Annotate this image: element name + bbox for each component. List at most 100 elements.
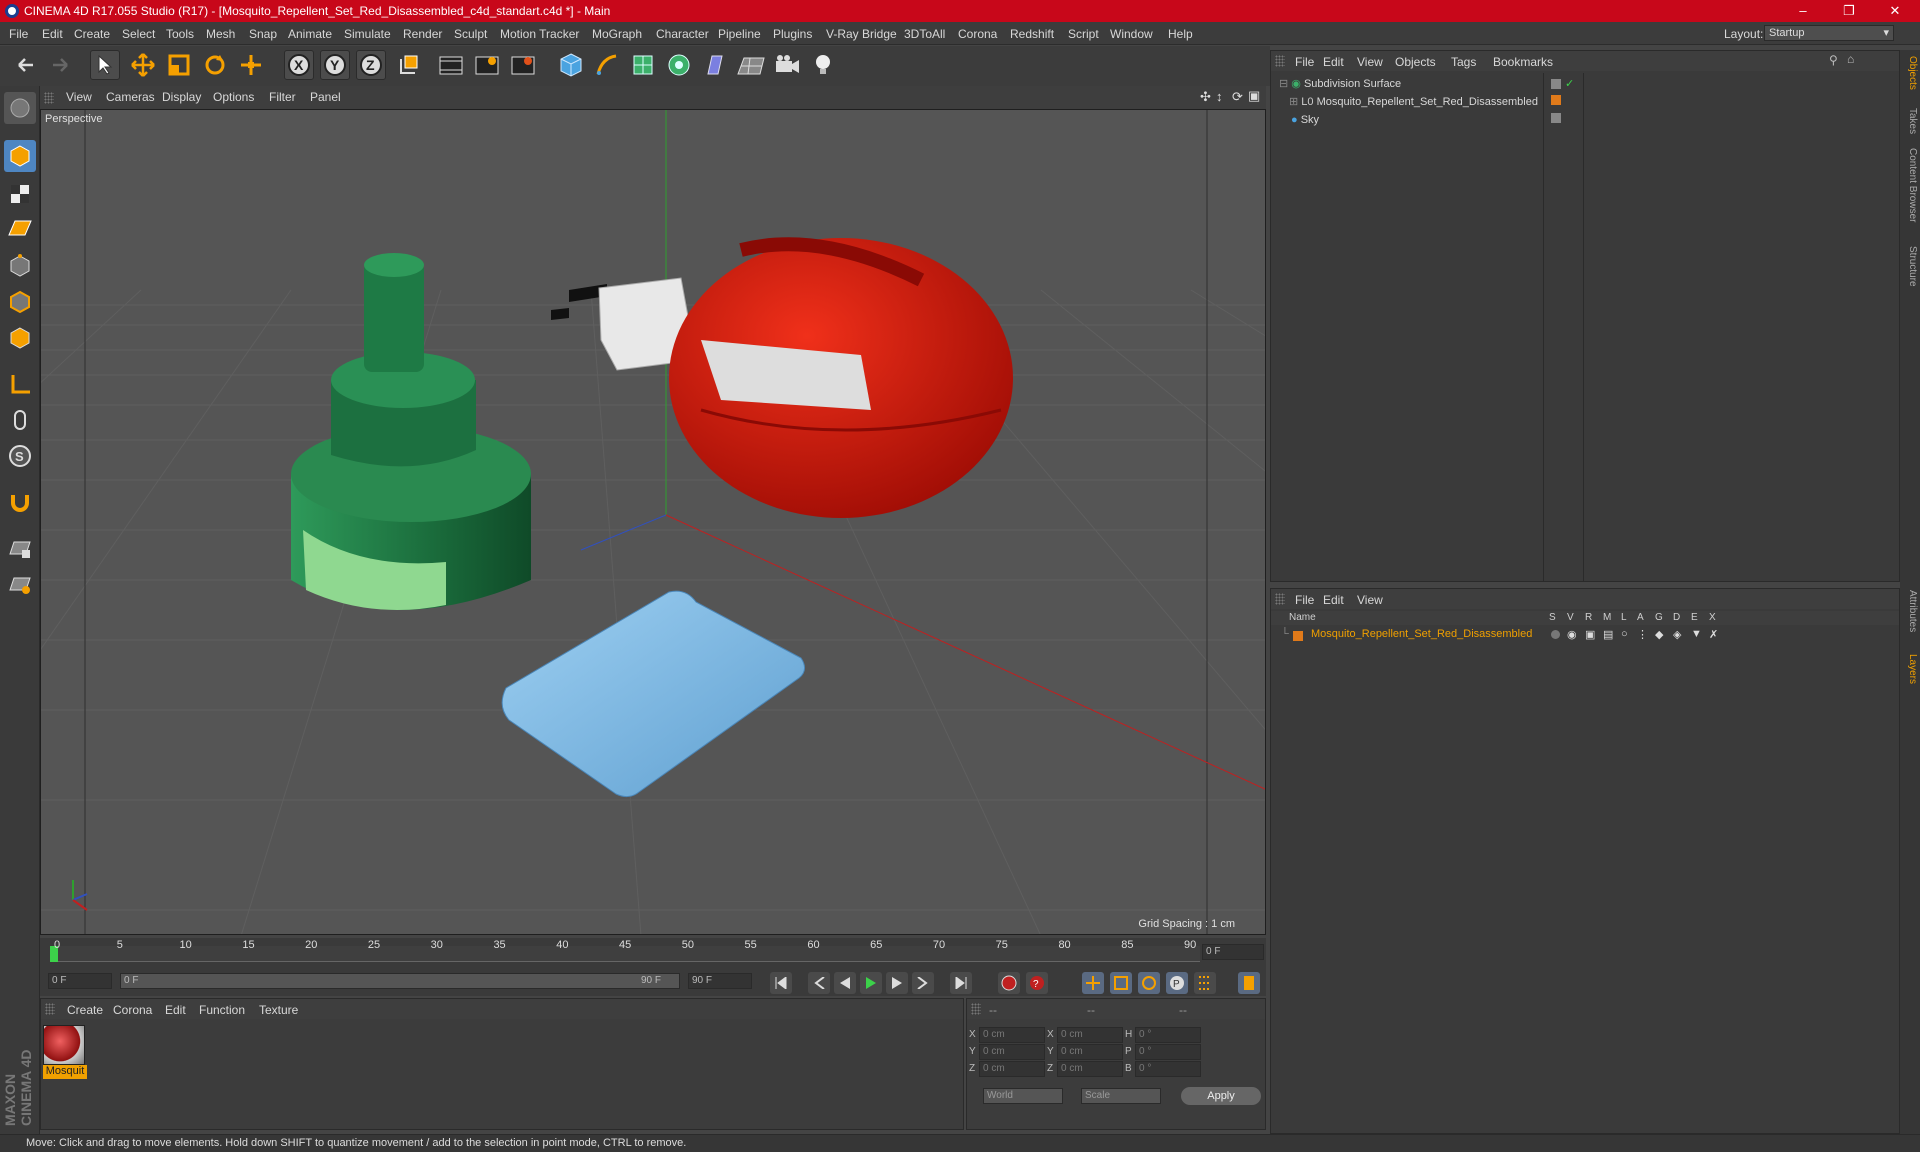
object-row-subdivision-surface[interactable]: ⊟ ◉ Subdivision Surface [1279, 75, 1401, 93]
menu-edit[interactable]: Edit [42, 27, 63, 41]
home-icon[interactable]: ⌂ [1847, 52, 1854, 66]
tab-objects[interactable]: Objects [1902, 56, 1918, 90]
layer-menu-file[interactable]: File [1295, 593, 1314, 607]
autokey-icon[interactable]: ? [1026, 972, 1048, 994]
layer-tag-icon[interactable] [1551, 79, 1561, 89]
make-editable-icon[interactable] [4, 92, 36, 124]
menu-file[interactable]: File [9, 27, 28, 41]
viewport-rotate-icon[interactable]: ⟳ [1232, 89, 1243, 105]
coord-value-field[interactable]: 0 cm [979, 1027, 1045, 1043]
restore-button[interactable]: ❐ [1834, 2, 1864, 20]
column-generators[interactable]: G [1655, 612, 1663, 623]
search-icon[interactable]: ⚲ [1829, 53, 1838, 67]
floor-icon[interactable] [736, 50, 766, 80]
menu-vray-bridge[interactable]: V-Ray Bridge [826, 27, 897, 41]
subdivision-icon[interactable] [628, 50, 658, 80]
viewport-menu-view[interactable]: View [66, 90, 92, 104]
menu-animate[interactable]: Animate [288, 27, 332, 41]
column-render[interactable]: R [1585, 612, 1592, 623]
menu-mesh[interactable]: Mesh [206, 27, 235, 41]
undo-icon[interactable] [10, 50, 40, 80]
x-axis-icon[interactable]: X [284, 50, 314, 80]
layer-deformers-icon[interactable]: ◈ [1673, 628, 1681, 641]
coord-value-field[interactable]: 0 cm [1057, 1044, 1123, 1060]
coord-value-field[interactable]: 0 ° [1135, 1044, 1201, 1060]
layer-color-swatch[interactable] [1293, 631, 1303, 641]
close-button[interactable]: ✕ [1880, 2, 1910, 20]
layer-expressions-icon[interactable]: ▼ [1691, 628, 1702, 640]
pen-icon[interactable] [592, 50, 622, 80]
goto-end-icon[interactable] [950, 972, 972, 994]
y-axis-icon[interactable]: Y [320, 50, 350, 80]
material-menu-corona[interactable]: Corona [113, 1003, 152, 1017]
object-menu-objects[interactable]: Objects [1395, 55, 1436, 69]
prev-frame-icon[interactable] [834, 972, 856, 994]
key-position-icon[interactable] [1082, 972, 1104, 994]
axis-mode-icon[interactable] [4, 368, 36, 400]
menu-character[interactable]: Character [656, 27, 709, 41]
menu-window[interactable]: Window [1110, 27, 1153, 41]
material-swatch[interactable]: Mosquit [43, 1025, 87, 1079]
viewport-menu-options[interactable]: Options [213, 90, 254, 104]
layer-menu-edit[interactable]: Edit [1323, 593, 1344, 607]
minimize-button[interactable]: – [1788, 2, 1818, 20]
workplane-icon[interactable] [4, 212, 36, 244]
menu-pipeline[interactable]: Pipeline [718, 27, 761, 41]
tab-layers[interactable]: Layers [1902, 654, 1918, 684]
next-frame-icon[interactable] [886, 972, 908, 994]
tab-content-browser[interactable]: Content Browser [1902, 148, 1918, 222]
deformer-icon[interactable] [700, 50, 730, 80]
array-icon[interactable] [664, 50, 694, 80]
goto-start-icon[interactable] [770, 972, 792, 994]
column-solo[interactable]: S [1549, 612, 1556, 623]
layer-color-icon[interactable] [1551, 95, 1561, 105]
timeline-window-icon[interactable] [1238, 972, 1260, 994]
object-menu-tags[interactable]: Tags [1451, 55, 1476, 69]
render-view-icon[interactable] [436, 50, 466, 80]
material-menu-texture[interactable]: Texture [259, 1003, 298, 1017]
column-xref[interactable]: X [1709, 612, 1716, 623]
camera-icon[interactable] [772, 50, 802, 80]
layer-tag-icon[interactable] [1551, 113, 1561, 123]
rotate-icon[interactable] [200, 50, 230, 80]
viewport-zoom-icon[interactable]: ↕ [1216, 89, 1223, 104]
object-row-mosquito-repellent[interactable]: ⊞ L0 Mosquito_Repellent_Set_Red_Disassem… [1289, 93, 1538, 111]
next-key-icon[interactable] [912, 972, 934, 994]
enabled-check-icon[interactable]: ✓ [1565, 77, 1574, 90]
coord-value-field[interactable]: 0 ° [1135, 1061, 1201, 1077]
key-rotation-icon[interactable] [1138, 972, 1160, 994]
expand-icon[interactable]: ⊞ [1289, 96, 1298, 108]
layout-select[interactable]: Startup ▾ [1764, 25, 1894, 41]
menu-redshift[interactable]: Redshift [1010, 27, 1054, 41]
prev-key-icon[interactable] [808, 972, 830, 994]
frame-range-slider[interactable]: 0 F 90 F [120, 973, 680, 989]
layer-manager-icon[interactable]: ▤ [1603, 628, 1613, 641]
layer-name[interactable]: Mosquito_Repellent_Set_Red_Disassembled [1311, 628, 1532, 640]
z-axis-icon[interactable]: Z [356, 50, 386, 80]
move-icon[interactable] [128, 50, 158, 80]
menu-snap[interactable]: Snap [249, 27, 277, 41]
viewport-menu-cameras[interactable]: Cameras [106, 90, 155, 104]
viewport-menu-filter[interactable]: Filter [269, 90, 296, 104]
column-visible[interactable]: V [1567, 612, 1574, 623]
layer-solo-icon[interactable] [1551, 630, 1560, 639]
start-frame-field[interactable]: 0 F [48, 973, 112, 989]
light-icon[interactable] [808, 50, 838, 80]
render-settings-icon[interactable] [508, 50, 538, 80]
layer-xref-icon[interactable]: ✗ [1709, 628, 1718, 641]
grid-lock-icon[interactable] [4, 532, 36, 564]
select-arrow-icon[interactable] [90, 50, 120, 80]
object-row-sky[interactable]: ● Sky [1291, 111, 1319, 129]
record-keys-icon[interactable] [998, 972, 1020, 994]
object-menu-bookmarks[interactable]: Bookmarks [1493, 55, 1553, 69]
layer-menu-view[interactable]: View [1357, 593, 1383, 607]
coord-value-field[interactable]: 0 cm [1057, 1061, 1123, 1077]
object-menu-file[interactable]: File [1295, 55, 1314, 69]
material-menu-create[interactable]: Create [67, 1003, 103, 1017]
menu-create[interactable]: Create [74, 27, 110, 41]
redo-icon[interactable] [46, 50, 76, 80]
coord-mode-select[interactable]: World [983, 1088, 1063, 1104]
coord-value-field[interactable]: 0 ° [1135, 1027, 1201, 1043]
apply-button[interactable]: Apply [1181, 1087, 1261, 1105]
layer-generators-icon[interactable]: ◆ [1655, 628, 1663, 641]
